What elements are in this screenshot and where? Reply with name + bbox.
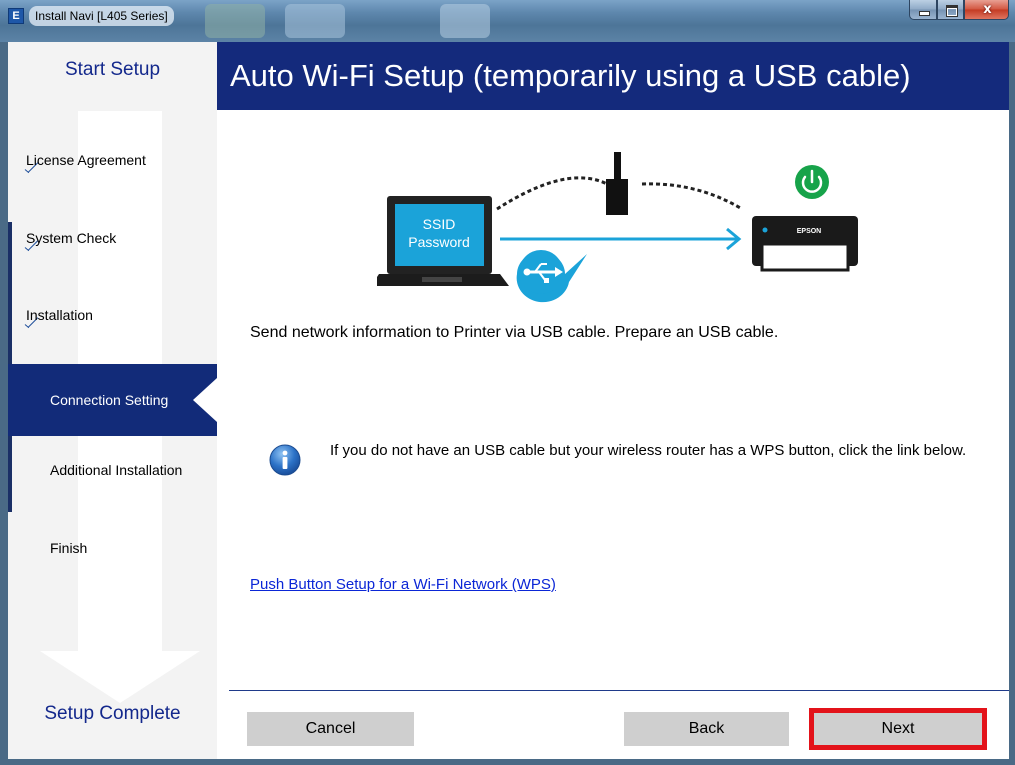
power-icon: [795, 165, 829, 199]
aero-glass-decoration: [285, 4, 345, 38]
main-panel: Auto Wi-Fi Setup (temporarily using a US…: [217, 42, 1009, 759]
step-label: License Agreement: [26, 152, 146, 168]
active-step-pointer: [193, 378, 217, 422]
sidebar-footer: Setup Complete: [44, 703, 181, 724]
sidebar-step-license-agreement: License Agreement: [8, 149, 217, 189]
laptop-icon: SSID Password: [377, 196, 509, 286]
next-button[interactable]: Next: [809, 708, 987, 750]
page-title: Auto Wi-Fi Setup (temporarily using a US…: [217, 42, 1009, 110]
usb-transfer-arrow: [500, 227, 742, 251]
sidebar-step-connection-setting: Connection Setting: [8, 364, 217, 436]
router-icon: [606, 152, 628, 215]
window-title-bar[interactable]: E Install Navi [L405 Series] x: [0, 0, 1015, 42]
wps-info-text: If you do not have an USB cable but your…: [330, 442, 967, 459]
aero-glass-decoration: [205, 4, 265, 38]
close-button[interactable]: x: [964, 0, 1009, 20]
back-button[interactable]: Back: [624, 712, 789, 746]
close-icon: x: [983, 2, 992, 17]
sidebar-step-additional-installation: Additional Installation: [8, 459, 217, 499]
usb-setup-illustration: SSID Password EPSON: [377, 152, 858, 303]
step-label: System Check: [26, 230, 117, 246]
setup-steps-sidebar: Start Setup License Agreement System Che…: [8, 42, 217, 759]
wifi-signal-arc-right: [641, 182, 743, 211]
sidebar-step-finish: Finish: [8, 537, 217, 577]
usb-icon: [516, 250, 587, 303]
cancel-button[interactable]: Cancel: [247, 712, 414, 746]
sidebar-step-system-check: System Check: [8, 227, 217, 267]
app-icon: E: [8, 8, 24, 24]
step-label: Additional Installation: [50, 462, 183, 478]
step-label: Connection Setting: [50, 392, 169, 408]
maximize-button[interactable]: [937, 0, 964, 20]
step-label: Installation: [26, 307, 93, 323]
step-label: Finish: [50, 540, 88, 556]
footer-divider: [229, 690, 1009, 691]
sidebar-step-installation: Installation: [8, 304, 217, 344]
printer-icon: EPSON: [752, 216, 858, 272]
laptop-ssid-text: SSID: [423, 216, 456, 232]
printer-brand-text: EPSON: [797, 228, 822, 235]
aero-glass-decoration: [440, 4, 490, 38]
window-title: Install Navi [L405 Series]: [29, 6, 174, 26]
info-icon: [269, 444, 301, 476]
laptop-password-text: Password: [408, 234, 469, 250]
wps-setup-link[interactable]: Push Button Setup for a Wi-Fi Network (W…: [250, 575, 556, 595]
wifi-signal-arc-left: [496, 176, 608, 211]
sidebar-header: Start Setup: [8, 42, 217, 110]
minimize-button[interactable]: [909, 0, 937, 20]
instruction-text: Send network information to Printer via …: [250, 324, 779, 341]
